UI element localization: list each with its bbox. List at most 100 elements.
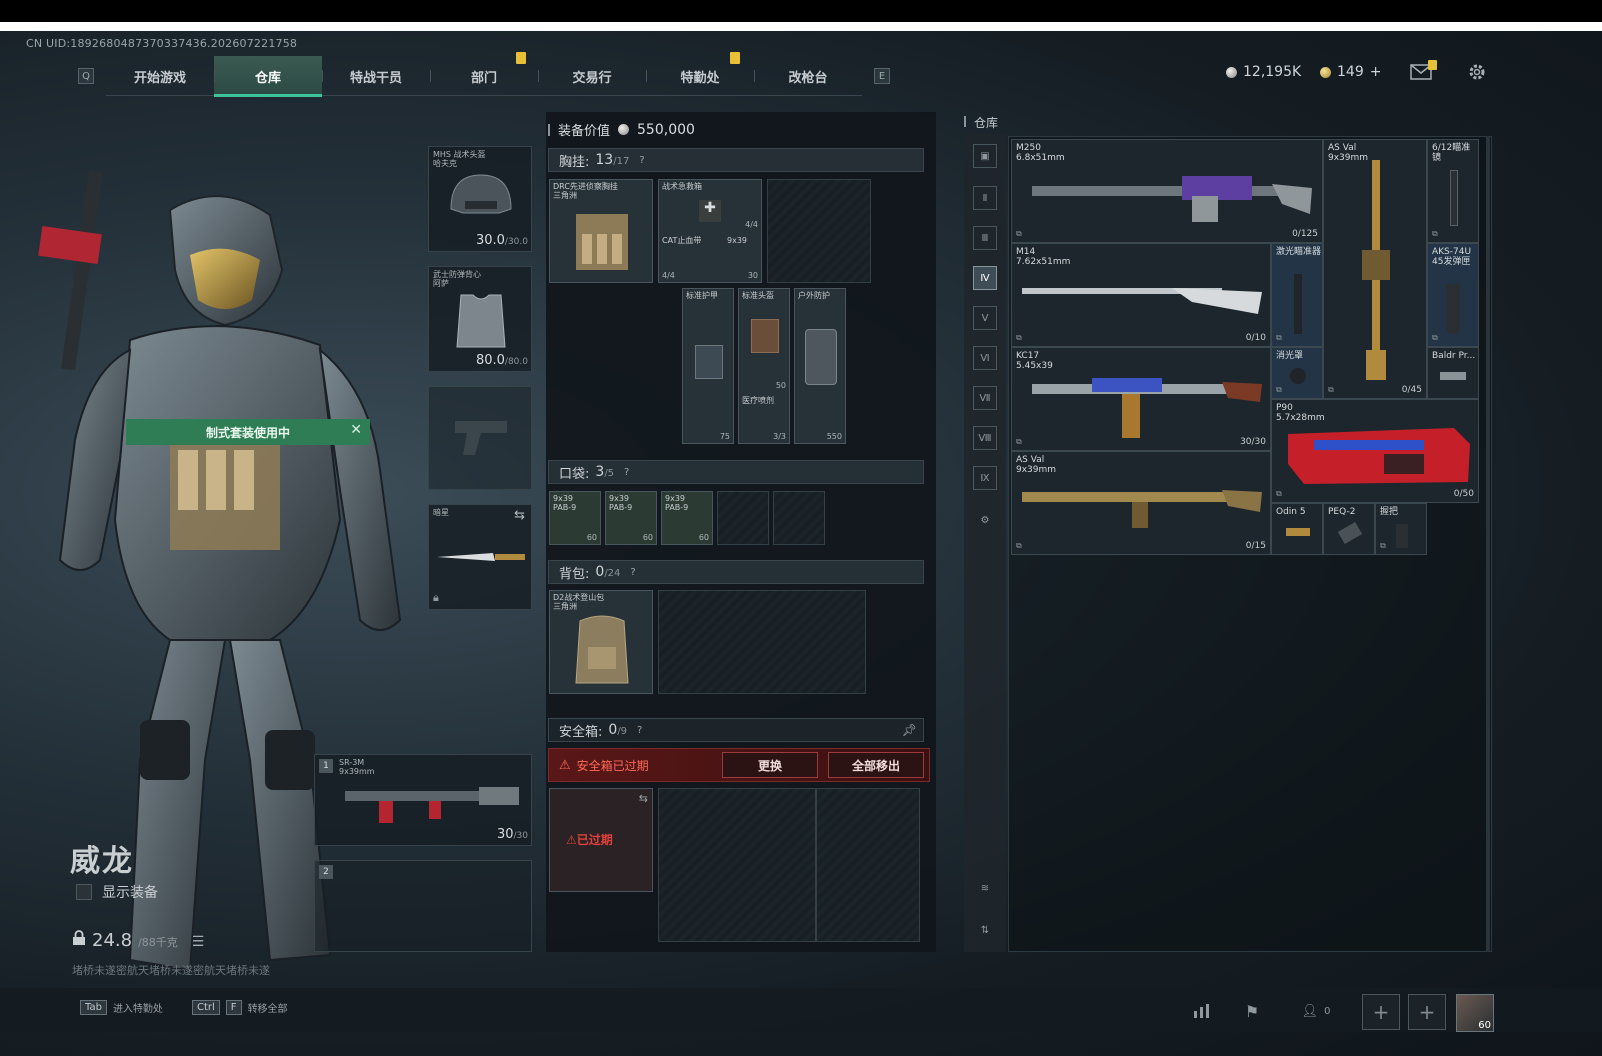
helmet-insert-standard[interactable]: 标准头盔 50 医疗喷剂 3/3 (738, 288, 790, 444)
warehouse-item-peq2[interactable]: PEQ-2 (1323, 503, 1375, 555)
stats-icon[interactable] (1188, 998, 1216, 1024)
sidebar-page-3-icon[interactable]: Ⅲ (973, 226, 997, 250)
warehouse-item-baldr[interactable]: Baldr Pr... (1427, 347, 1479, 399)
sidebar-page-8-icon[interactable]: Ⅷ (973, 426, 997, 450)
pocket-empty-cell-2[interactable] (773, 491, 825, 545)
warehouse-item-scope[interactable]: 6/12瞄准镜 ⧉ (1427, 139, 1479, 243)
pin-icon[interactable]: 📌︎ (902, 723, 917, 737)
sidebar-storage-icon[interactable]: ▣ (973, 144, 997, 168)
warehouse-item-grip[interactable]: 握把 ⧉ (1375, 503, 1427, 555)
armor-insert-count: 75 (719, 432, 730, 441)
backpack-empty-cells[interactable] (658, 590, 866, 694)
gold-coin-icon (1320, 66, 1331, 78)
safebox-empty-cell-2[interactable] (816, 788, 920, 942)
hint-transfer-all[interactable]: Ctrl F 转移全部 (192, 1000, 288, 1015)
lock-icon: 🔒︎ (433, 591, 439, 604)
warehouse-item-m250[interactable]: M250 6.8x51mm ⧉ 0/125 (1011, 139, 1323, 243)
close-icon[interactable]: ✕ (350, 422, 362, 438)
safebox-help-icon[interactable]: ? (637, 725, 642, 736)
weight-list-icon[interactable]: ☰ (192, 934, 205, 950)
settings-gear-icon[interactable] (1466, 62, 1488, 82)
helmet-name: MHS 战术头盔 哈夫克 (433, 150, 486, 168)
chest-items-group[interactable]: 战术急救箱 ✚ 4/4 CAT止血带 4/4 9x39 30 (658, 179, 762, 283)
backpack-help-icon[interactable]: ? (630, 567, 635, 578)
expired-stamp: ⚠已过期 (566, 833, 613, 847)
outdoor-protection[interactable]: 户外防护 550 (794, 288, 846, 444)
warehouse-item-odin5[interactable]: Odin 5 (1271, 503, 1323, 555)
sidebar-page-9-icon[interactable]: Ⅸ (973, 466, 997, 490)
m250-count: 0/125 (1292, 229, 1318, 239)
sidebar-page-2-icon[interactable]: Ⅱ (973, 186, 997, 210)
suit-in-use-banner: 制式套装使用中 ✕ (126, 419, 370, 445)
safebox-empty-cell-1[interactable] (658, 788, 816, 942)
warehouse-item-p90[interactable]: P90 5.7x28mm ⧉ 0/50 (1271, 399, 1479, 503)
sidebar-settings-icon[interactable]: ⚙ (973, 508, 997, 532)
armor-name: 武士防弹背心 阿萨 (433, 270, 481, 288)
operator-name: 威龙 (70, 844, 134, 879)
helmet-slot[interactable]: MHS 战术头盔 哈夫克 30.0/30.0 (428, 146, 532, 252)
sidebar-sort-icon[interactable]: ⇅ (973, 918, 997, 942)
sidebar-page-4-icon[interactable]: Ⅳ (973, 266, 997, 290)
gold-plus[interactable]: + (1370, 64, 1382, 80)
show-gear-checkbox[interactable] (76, 884, 92, 900)
weight-value: 24.8 (92, 930, 133, 951)
pocket-ammo-3[interactable]: 9x39 PAB-9 60 (661, 491, 713, 545)
remove-all-button[interactable]: 全部移出 (828, 752, 924, 778)
invite-slot-1-button[interactable]: + (1362, 994, 1400, 1030)
safebox-swap-icon[interactable]: ⇆ (639, 792, 648, 805)
warehouse-item-kc17[interactable]: KC17 5.45x39 ⧉ 30/30 (1011, 347, 1271, 451)
chest-help-icon[interactable]: ? (639, 155, 644, 166)
chest-rig-item[interactable]: DRC先进侦察胸挂 三角洲 (549, 179, 653, 283)
tab-trading[interactable]: 交易行 (538, 56, 646, 96)
sr3m-rifle-image (345, 787, 519, 823)
medical-spray-count: 3/3 (773, 432, 786, 441)
magazine-image (1446, 284, 1460, 334)
expired-safebox-item[interactable]: ⇆ ⚠已过期 (549, 788, 653, 892)
warehouse-item-as-val[interactable]: AS Val 9x39mm ⧉ 0/15 (1011, 451, 1271, 555)
primary-weapon-slot[interactable]: 1 SR-3M 9x39mm 30/30 (314, 754, 532, 846)
backpack-item[interactable]: D2战术登山包 三角洲 (549, 590, 653, 694)
scope-image (1450, 170, 1458, 226)
show-gear-toggle[interactable]: 显示装备 (76, 882, 158, 902)
nav-left-key[interactable]: Q (78, 68, 94, 84)
pocket-help-icon[interactable]: ? (624, 467, 629, 478)
hint-special-service[interactable]: Tab 进入特勤处 (80, 1000, 163, 1015)
sidebar-page-6-icon[interactable]: Ⅵ (973, 346, 997, 370)
loadout-value: 装备价值 550,000 (548, 120, 695, 139)
pistol-slot[interactable] (428, 386, 532, 490)
tab-gunsmith[interactable]: 改枪台 (754, 56, 862, 96)
sidebar-layers-icon[interactable]: ≋ (973, 876, 997, 900)
player-avatar[interactable]: 60 (1456, 994, 1494, 1032)
armor-slot[interactable]: 武士防弹背心 阿萨 80.0/80.0 (428, 266, 532, 372)
warehouse-item-laser[interactable]: 激光瞄准器 ⧉ (1271, 243, 1323, 347)
warehouse-item-as-val-tall[interactable]: AS Val 9x39mm ⧉ 0/45 (1323, 139, 1427, 399)
chest-empty-cell[interactable] (767, 179, 871, 283)
tab-warehouse[interactable]: 仓库 (214, 56, 322, 97)
melee-slot[interactable]: 暗星 ⇆ 🔒︎ (428, 504, 532, 610)
as-val-vertical-image (1362, 160, 1390, 380)
invite-slot-2-button[interactable]: + (1408, 994, 1446, 1030)
sidebar-page-7-icon[interactable]: Ⅶ (973, 386, 997, 410)
armor-insert-standard[interactable]: 标准护甲 75 (682, 288, 734, 444)
flag-icon[interactable]: ⚑ (1238, 998, 1266, 1024)
replace-button[interactable]: 更换 (722, 752, 818, 778)
squad-indicator[interactable]: 👤︎ 0 (1296, 998, 1336, 1024)
loadout-value-amount: 550,000 (637, 121, 695, 138)
gold-currency[interactable]: 149 + (1320, 64, 1381, 80)
pocket-ammo-1[interactable]: 9x39 PAB-9 60 (549, 491, 601, 545)
tab-operators[interactable]: 特战干员 (322, 56, 430, 96)
peq2-image (1337, 521, 1363, 545)
swap-icon[interactable]: ⇆ (514, 508, 525, 523)
warehouse-item-aks74u-mag[interactable]: AKS-74U 45发弹匣 ⧉ (1427, 243, 1479, 347)
nav-right-key[interactable]: E (874, 68, 890, 84)
warehouse-item-m14[interactable]: M14 7.62x51mm ⧉ 0/10 (1011, 243, 1271, 347)
tab-start-game[interactable]: 开始游戏 (106, 56, 214, 96)
grip-image (1396, 524, 1408, 548)
pocket-empty-cell-1[interactable] (717, 491, 769, 545)
warehouse-item-flash-hider[interactable]: 消光罩 ⧉ (1271, 347, 1323, 399)
pocket-ammo-2[interactable]: 9x39 PAB-9 60 (605, 491, 657, 545)
warehouse-scrollbar[interactable] (1486, 136, 1490, 952)
sidebar-page-5-icon[interactable]: Ⅴ (973, 306, 997, 330)
secondary-weapon-slot[interactable]: 2 (314, 860, 532, 952)
pocket-ammo-3-name: 9x39 PAB-9 (665, 494, 689, 512)
